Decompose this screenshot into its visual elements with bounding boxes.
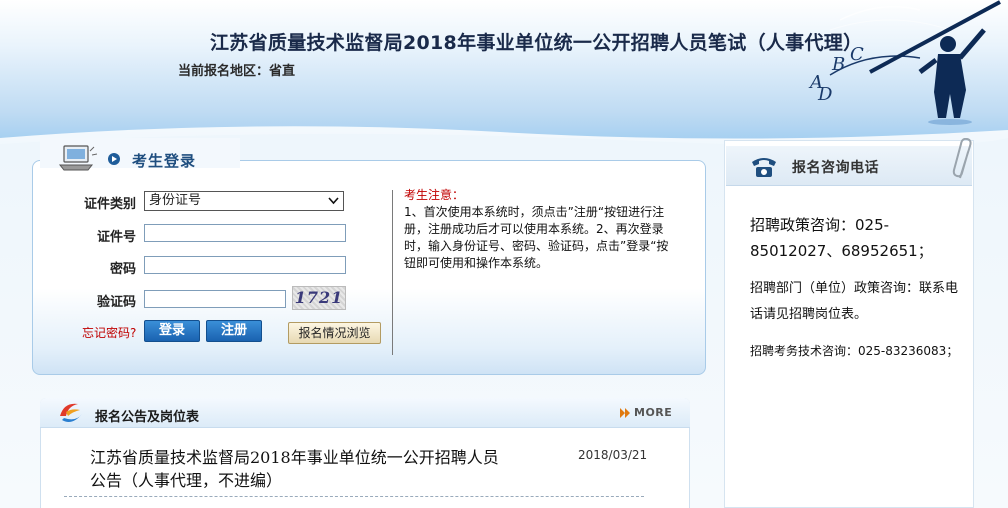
page-title: 江苏省质量技术监督局2018年事业单位统一公开招聘人员笔试（人事代理） (210, 32, 863, 54)
forgot-password-link[interactable]: 忘记密码? (82, 324, 136, 341)
bullet-arrow-icon (108, 153, 120, 165)
login-divider (392, 190, 393, 355)
notice-title: 考生注意： (404, 188, 465, 202)
browse-registration-button[interactable]: 报名情况浏览 (288, 322, 381, 344)
telephone-icon (752, 158, 776, 177)
laptop-icon (58, 145, 98, 171)
id-type-select[interactable]: 身份证号 (144, 191, 344, 211)
consult-department-info: 招聘部门（单位）政策咨询：联系电话请见招聘岗位表。 (750, 281, 959, 322)
chevron-down-icon (328, 197, 339, 205)
login-button[interactable]: 登录 (144, 320, 200, 342)
id-number-label: 证件号 (96, 230, 136, 245)
login-title: 考生登录 (132, 152, 197, 170)
password-label: 密码 (109, 262, 136, 277)
captcha-input[interactable] (144, 290, 286, 308)
announcement-item-date: 2018/03/21 (578, 448, 648, 462)
id-type-label: 证件类别 (83, 197, 136, 212)
double-chevron-right-icon[interactable] (620, 408, 630, 418)
paperclip-icon (952, 138, 972, 179)
art-letter-b: B (831, 54, 845, 75)
header-illustration: A B C D (808, 0, 1001, 125)
notice-text: 1、首次使用本系统时，须点击”注册“按钮进行注册，注册成功后才可以使用本系统。2… (404, 205, 669, 270)
consult-policy-phone: 招聘政策咨询：025-85012027、68952651； (750, 216, 933, 260)
announcements-title: 报名公告及岗位表 (95, 410, 200, 425)
consult-title: 报名咨询电话 (792, 160, 879, 176)
id-number-input[interactable] (144, 224, 346, 242)
announcement-logo-icon (60, 403, 82, 422)
captcha-label: 验证码 (96, 295, 136, 310)
consult-tech-phone: 招聘考务技术咨询：025-83236083； (750, 344, 959, 358)
captcha-image[interactable]: 1721 (292, 286, 346, 310)
id-type-selected-value: 身份证号 (149, 193, 202, 208)
current-region: 当前报名地区：省直 (178, 64, 296, 79)
announcement-item-title[interactable]: 江苏省质量技术监督局2018年事业单位统一公开招聘人员公告（人事代理，不进编） (90, 446, 510, 492)
art-letter-d: D (817, 84, 833, 105)
register-button[interactable]: 注册 (206, 320, 262, 342)
more-link[interactable]: MORE (634, 406, 672, 419)
announcement-divider (64, 496, 644, 497)
password-input[interactable] (144, 256, 346, 274)
